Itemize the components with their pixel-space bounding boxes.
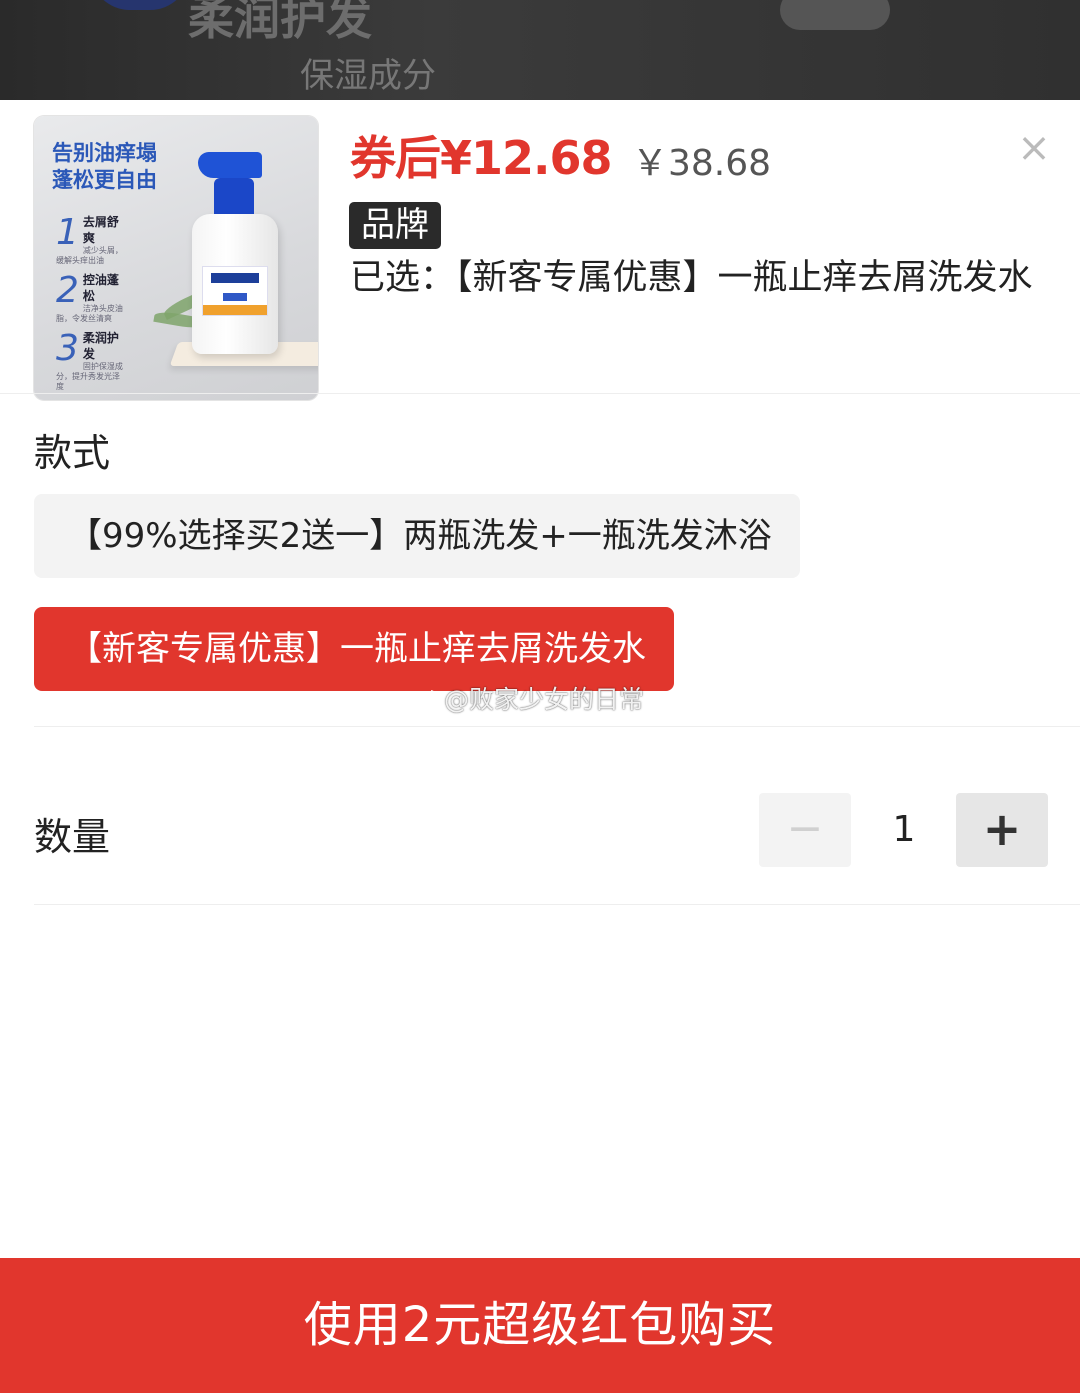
thumbnail-headline-line: 告别油痒塌 bbox=[52, 141, 157, 165]
bottle-label-stripe bbox=[211, 273, 259, 283]
background-shape bbox=[780, 0, 890, 30]
divider bbox=[34, 904, 1080, 905]
coupon-price: 券后¥12.68 bbox=[350, 131, 613, 185]
thumbnail-feature: 2 控油蓬松 洁净头皮油脂，令发丝清爽 bbox=[56, 272, 126, 324]
bottle-label-stripe bbox=[203, 305, 267, 315]
thumbnail-feature: 3 柔润护发 固护保湿成分，提升秀发光泽度 bbox=[56, 330, 126, 392]
selected-sku-text: 已选：【新客专属优惠】一瓶止痒去屑洗发水 bbox=[350, 258, 1033, 298]
background-text: 柔润护发 bbox=[188, 0, 372, 45]
quantity-label: 数量 bbox=[34, 815, 111, 859]
thumbnail-headline-line: 蓬松更自由 bbox=[52, 168, 157, 192]
feature-number: 3 bbox=[56, 328, 79, 369]
product-thumbnail[interactable]: 告别油痒塌 蓬松更自由 1 去屑舒爽 减少头屑，缓解头痒出油 2 控油蓬松 洁净… bbox=[34, 116, 318, 400]
sku-selector-sheet: 告别油痒塌 蓬松更自由 1 去屑舒爽 减少头屑，缓解头痒出油 2 控油蓬松 洁净… bbox=[0, 100, 1080, 1393]
weibo-icon bbox=[405, 690, 438, 714]
divider bbox=[0, 393, 1080, 394]
buy-with-red-packet-button[interactable]: 使用2元超级红包购买 bbox=[0, 1258, 1080, 1393]
thumbnail-headline: 告别油痒塌 蓬松更自由 bbox=[52, 140, 192, 194]
thumbnail-feature: 1 去屑舒爽 减少头屑，缓解头痒出油 bbox=[56, 214, 126, 266]
bottle-label bbox=[202, 266, 268, 316]
brand-badge: 品牌 bbox=[349, 202, 441, 249]
style-section-title: 款式 bbox=[34, 431, 111, 475]
quantity-minus-button[interactable]: − bbox=[759, 793, 851, 867]
background-page-dimmed: 柔润护发 保湿成分 bbox=[0, 0, 1080, 100]
style-option[interactable]: 【99%选择买2送一】两瓶洗发+一瓶洗发沐浴 bbox=[34, 494, 800, 578]
background-logo-shape bbox=[90, 0, 190, 10]
close-icon[interactable]: × bbox=[1014, 128, 1054, 168]
bottle-label-stripe bbox=[223, 293, 247, 301]
original-price: ￥38.68 bbox=[632, 143, 772, 184]
watermark: @败家少女的日常 bbox=[404, 680, 644, 716]
feature-number: 1 bbox=[56, 212, 79, 253]
divider bbox=[34, 726, 1080, 727]
bottle-neck bbox=[214, 178, 254, 218]
quantity-value[interactable]: 1 bbox=[862, 793, 946, 867]
quantity-plus-button[interactable]: + bbox=[956, 793, 1048, 867]
watermark-text: @败家少女的日常 bbox=[444, 685, 645, 714]
style-option-selected[interactable]: 【新客专属优惠】一瓶止痒去屑洗发水 bbox=[34, 607, 674, 691]
background-text: 保湿成分 bbox=[300, 56, 436, 96]
feature-number: 2 bbox=[56, 270, 79, 311]
bottle-pump bbox=[198, 152, 262, 178]
